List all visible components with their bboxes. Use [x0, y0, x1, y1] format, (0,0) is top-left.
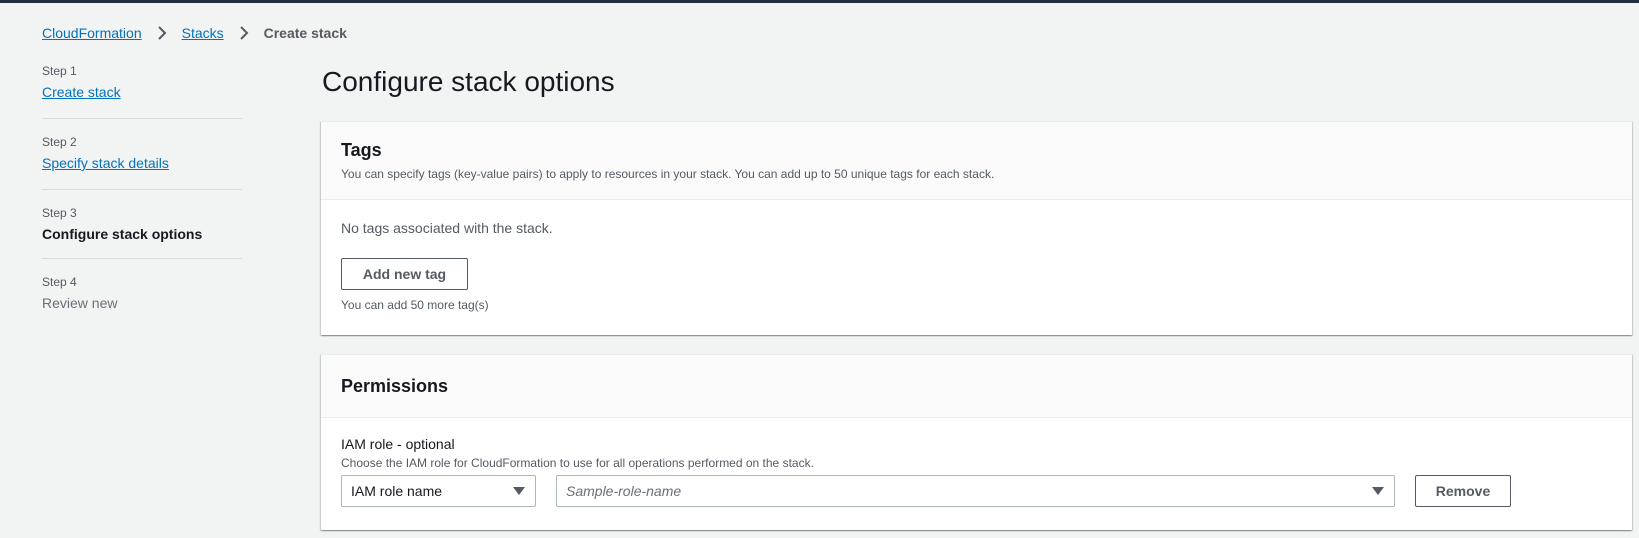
- tags-title: Tags: [341, 140, 382, 160]
- step-number: Step 1: [42, 64, 77, 78]
- permissions-body: IAM role - optional Choose the IAM role …: [321, 418, 1632, 525]
- step-number: Step 2: [42, 135, 77, 149]
- top-navigation-bar: [0, 0, 1639, 3]
- iam-role-type-select[interactable]: IAM role name: [341, 475, 536, 507]
- permissions-panel: Permissions IAM role - optional Choose t…: [321, 354, 1632, 530]
- breadcrumb-stacks[interactable]: Stacks: [182, 25, 224, 41]
- iam-role-name-select[interactable]: Sample-role-name: [556, 475, 1395, 507]
- iam-role-name-placeholder: Sample-role-name: [566, 483, 682, 499]
- permissions-title: Permissions: [341, 376, 449, 396]
- step-link-create-stack[interactable]: Create stack: [42, 84, 121, 100]
- remove-button[interactable]: Remove: [1415, 475, 1511, 507]
- wizard-steps: Step 1 Create stack Step 2 Specify stack…: [42, 64, 242, 343]
- tags-header: Tags You can specify tags (key-value pai…: [321, 122, 1632, 200]
- tags-panel: Tags You can specify tags (key-value pai…: [321, 121, 1632, 335]
- tags-limit-hint: You can add 50 more tag(s): [341, 298, 489, 312]
- step-number: Step 4: [42, 275, 77, 289]
- caret-down-icon: [513, 487, 525, 495]
- breadcrumb: CloudFormation Stacks Create stack: [42, 24, 347, 42]
- tags-description: You can specify tags (key-value pairs) t…: [341, 167, 995, 181]
- add-new-tag-button[interactable]: Add new tag: [341, 258, 468, 290]
- breadcrumb-current: Create stack: [263, 25, 347, 41]
- chevron-right-icon: [233, 24, 255, 42]
- step-review-new: Review new: [42, 295, 118, 311]
- iam-role-row: IAM role name Sample-role-name Remove: [341, 475, 1612, 507]
- chevron-right-icon: [151, 24, 173, 42]
- wizard-step-3: Step 3 Configure stack options: [42, 206, 242, 259]
- step-link-specify-stack-details[interactable]: Specify stack details: [42, 155, 169, 171]
- breadcrumb-cloudformation[interactable]: CloudFormation: [42, 25, 142, 41]
- tags-body: No tags associated with the stack. Add n…: [321, 200, 1632, 332]
- iam-role-description: Choose the IAM role for CloudFormation t…: [341, 456, 814, 470]
- tags-empty-message: No tags associated with the stack.: [341, 220, 553, 236]
- page-title: Configure stack options: [322, 66, 615, 97]
- permissions-header: Permissions: [321, 355, 1632, 418]
- iam-role-type-value: IAM role name: [351, 483, 443, 499]
- iam-role-label: IAM role - optional: [341, 436, 455, 452]
- wizard-step-2: Step 2 Specify stack details: [42, 135, 242, 190]
- wizard-step-1: Step 1 Create stack: [42, 64, 242, 119]
- wizard-step-4: Step 4 Review new: [42, 275, 242, 327]
- caret-down-icon: [1372, 487, 1384, 495]
- step-current-configure-stack-options: Configure stack options: [42, 226, 203, 242]
- step-number: Step 3: [42, 206, 77, 220]
